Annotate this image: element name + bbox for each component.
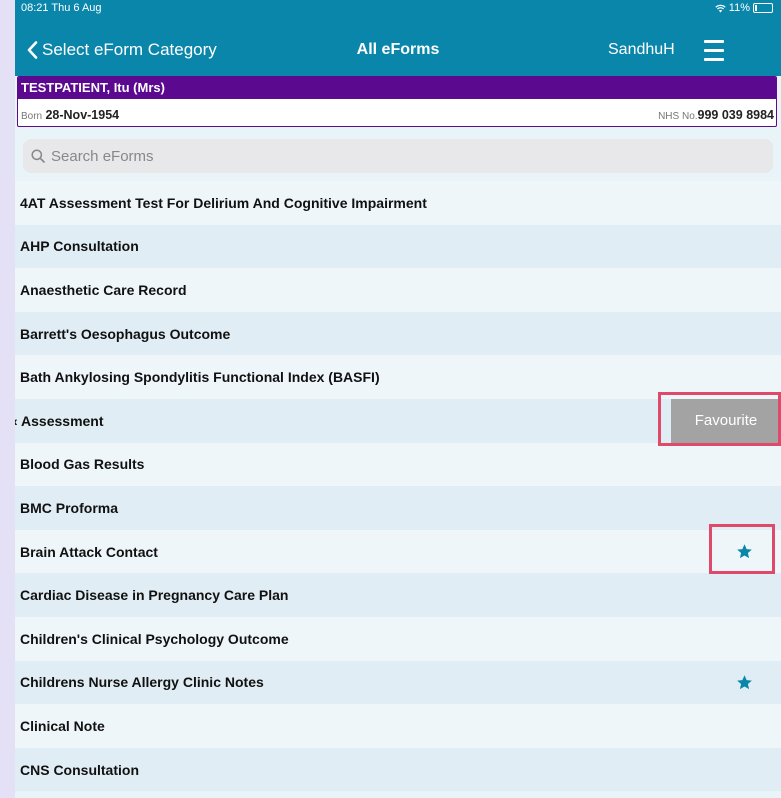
eform-row[interactable]: Childrens Nurse Allergy Clinic Notes [15, 660, 781, 705]
eform-row-label: 4AT Assessment Test For Delirium And Cog… [20, 194, 427, 211]
favourite-action-button[interactable]: Favourite [671, 398, 781, 443]
eform-row[interactable]: Brain Attack Contact [15, 529, 781, 574]
eform-row[interactable]: Anaesthetic Care Record [15, 268, 781, 312]
battery-indicator: 11% [715, 2, 773, 14]
eform-row[interactable]: Bath Ankylosing Spondylitis Functional I… [15, 355, 781, 399]
born-label: Born [21, 111, 43, 122]
status-time: 08:21 Thu 6 Aug [21, 2, 102, 14]
eform-row[interactable]: Barrett's Oesophagus Outcome [15, 311, 781, 356]
patient-dob: Born 28-Nov-1954 [21, 108, 119, 122]
user-name[interactable]: SandhuH [608, 41, 675, 59]
back-button-label: Select eForm Category [42, 40, 217, 59]
nav-bar: Select eForm Category All eForms SandhuH [15, 16, 781, 76]
patient-banner: TESTPATIENT, Itu (Mrs) Born 28-Nov-1954 … [17, 76, 777, 127]
eform-row-label: Childrens Nurse Allergy Clinic Notes [20, 674, 264, 691]
eform-row-label: Anaesthetic Care Record [20, 281, 187, 298]
nhs-label: NHS No. [658, 111, 698, 122]
status-bar: 08:21 Thu 6 Aug 11% [15, 0, 781, 16]
patient-nhs: NHS No.999 039 8984 [658, 108, 774, 122]
eform-row[interactable]: BMC Proforma [15, 486, 781, 530]
eform-row-label: Cardiac Disease in Pregnancy Care Plan [20, 587, 289, 604]
eform-row[interactable]: CNS Consultation [15, 747, 781, 792]
eform-row-label: Bath Ankylosing Spondylitis Functional I… [20, 369, 380, 386]
eform-row[interactable]: Cardiac Disease in Pregnancy Care Plan [15, 573, 781, 617]
eform-row-label: AHP Consultation [20, 238, 139, 255]
eform-row[interactable]: AHP Consultation [15, 224, 781, 269]
battery-icon [753, 3, 773, 13]
eform-row-label: CNS Consultation [20, 761, 139, 778]
eform-row[interactable]: Blood Gas Results [15, 442, 781, 487]
search-bar[interactable] [23, 139, 773, 173]
eform-row-label: BMC Proforma [20, 499, 119, 516]
eform-row-label: Blood Gas Results [20, 456, 145, 473]
chevron-left-icon [27, 41, 38, 59]
back-button[interactable]: Select eForm Category [27, 40, 217, 60]
favourite-star-icon[interactable] [736, 674, 753, 691]
wifi-icon [715, 4, 726, 13]
app-frame: 08:21 Thu 6 Aug 11% Select eForm Categor… [15, 0, 781, 798]
eform-list: 4AT Assessment Test For Delirium And Cog… [15, 181, 781, 792]
nhs-value: 999 039 8984 [697, 108, 774, 122]
eform-row[interactable]: Children's Clinical Psychology Outcome [15, 616, 781, 661]
eform-row[interactable]: 4AT Assessment Test For Delirium And Cog… [15, 181, 781, 225]
eform-row[interactable]: ‹ Assessment Favourite [15, 398, 781, 443]
battery-percent: 11% [728, 2, 750, 14]
hamburger-menu-icon[interactable] [704, 40, 724, 67]
eform-row[interactable]: Clinical Note [15, 704, 781, 748]
favourite-star-icon[interactable] [736, 543, 753, 560]
eform-row-label: Children's Clinical Psychology Outcome [20, 630, 289, 647]
eform-row-label: Clinical Note [20, 717, 105, 734]
search-input[interactable] [49, 146, 743, 166]
patient-name: TESTPATIENT, Itu (Mrs) [18, 77, 776, 99]
eform-row-label: Brain Attack Contact [20, 543, 158, 560]
eform-row-label: ‹ Assessment [15, 412, 104, 429]
eform-row-label: Barrett's Oesophagus Outcome [20, 325, 231, 342]
born-value: 28-Nov-1954 [45, 108, 120, 122]
search-icon [31, 149, 45, 163]
